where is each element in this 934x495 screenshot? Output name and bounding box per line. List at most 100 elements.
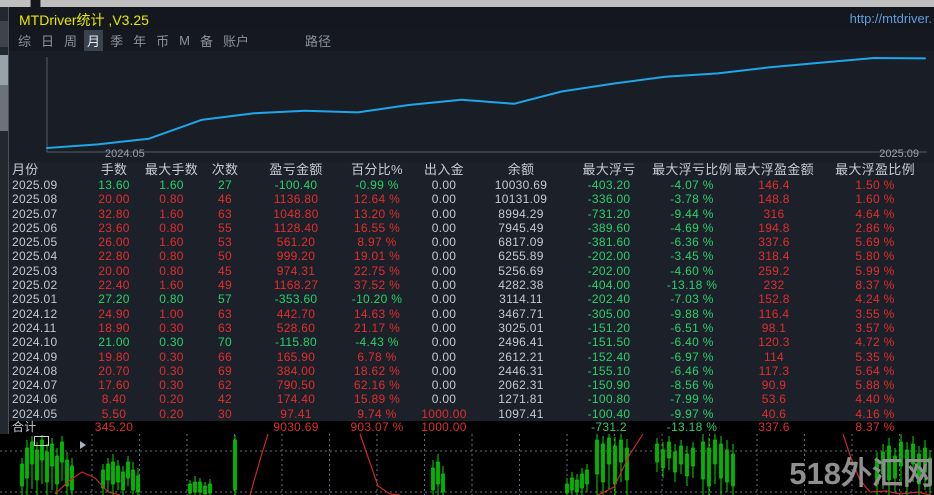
candle-body [45, 451, 49, 483]
table-cell: 18.62 % [353, 363, 401, 378]
table-cell: -381.60 [587, 235, 631, 250]
table-cell: 90.9 [761, 378, 787, 393]
table-cell: 1048.80 [273, 206, 319, 221]
menu-item-9[interactable]: 备 [200, 31, 213, 50]
table-row[interactable]: 2025.01 27.20 0.80 57 -353.60 -10.20 % 0.00 311… [9, 292, 934, 306]
table-cell: 10030.69 [494, 178, 548, 192]
table-cell: 4.24 % [855, 292, 895, 307]
table-cell: -6.97 % [670, 349, 714, 364]
table-header-cell: 次数 [211, 162, 239, 177]
table-cell: 337.6 [758, 420, 790, 434]
table-row[interactable]: 2025.03 20.00 0.80 45 974.31 22.75 % 0.00 5256.… [9, 264, 934, 278]
table-cell: 5.64 % [855, 363, 895, 378]
table-cell: 3114.11 [499, 292, 543, 307]
menu-item-2[interactable]: 日 [41, 31, 54, 50]
left-edge-segment [0, 85, 8, 131]
table-cell: 0.80 [159, 249, 184, 264]
table-cell: 2062.31 [498, 378, 544, 393]
table-cell: 8.37 % [855, 278, 895, 293]
table-cell: 21.17 % [353, 320, 401, 335]
menu-bar: 综日周月季年币 M 备账户 路径 [9, 29, 934, 51]
table-cell: 2025.03 [12, 263, 58, 278]
table-row[interactable]: 2024.09 19.80 0.30 66 165.90 6.78 % 0.00 2612.2… [9, 350, 934, 364]
menu-item-7[interactable]: 币 [156, 31, 169, 50]
table-row[interactable]: 2024.07 17.60 0.30 62 790.50 62.16 % 0.00 2062.… [9, 378, 934, 392]
table-cell: 8994.29 [498, 206, 544, 221]
table-cell: 259.2 [758, 263, 790, 278]
menu-item-6[interactable]: 年 [133, 31, 146, 50]
table-cell: -6.46 % [670, 363, 714, 378]
table-cell: 903.07 % [350, 420, 404, 434]
table-row[interactable]: 2025.09 13.60 1.60 27 -100.40 -0.99 % 0.00 1003… [9, 178, 934, 192]
table-row[interactable]: 2024.06 8.40 0.20 42 174.40 15.89 % 0.00 1271.8… [9, 392, 934, 406]
menu-item-8[interactable]: M [179, 33, 190, 48]
menu-item-10[interactable]: 账户 [223, 31, 249, 50]
table-cell: 20.00 [98, 263, 130, 278]
table-cell: -4.07 % [670, 178, 714, 192]
menu-item-1[interactable]: 综 [18, 31, 31, 50]
menu-item-3[interactable]: 周 [64, 31, 77, 50]
screen: MTDriver统计 ,V3.25 http://mtdriver. 综日周月季… [0, 0, 934, 495]
candle-body [707, 447, 711, 487]
table-row[interactable]: 2024.05 5.50 0.20 30 97.41 9.74 % 1000.00 1097.… [9, 407, 934, 421]
panel-url-link[interactable]: http://mtdriver. [850, 11, 932, 26]
table-cell: 62.16 % [353, 378, 401, 393]
table-row[interactable]: 2024.12 24.90 1.00 63 442.70 14.63 % 0.00 3467.… [9, 307, 934, 321]
candle-body [595, 439, 599, 475]
table-cell: -10.20 % [351, 292, 403, 307]
table-cell: 27.20 [98, 292, 130, 307]
table-cell: -100.80 [587, 392, 631, 407]
table-cell: 0.00 [431, 335, 457, 350]
menu-item-5[interactable]: 季 [110, 31, 123, 50]
table-cell: 6255.89 [498, 249, 544, 264]
table-cell: -4.60 % [670, 263, 714, 278]
table-cell: 1.60 [159, 235, 184, 250]
table-cell: 55 [218, 220, 232, 235]
table-cell: -8.56 % [670, 378, 714, 393]
menu-item-path[interactable]: 路径 [305, 31, 331, 50]
table-cell [475, 421, 567, 434]
table-cell: 3.55 % [855, 306, 895, 321]
table-cell: -7.99 % [670, 392, 714, 407]
menu-item-4[interactable]: 月 [84, 29, 104, 51]
table-cell: 0.00 [431, 392, 457, 407]
table-cell: 0.00 [431, 235, 457, 250]
candle-body [619, 439, 623, 463]
table-cell: 194.8 [758, 220, 790, 235]
candle-body [441, 473, 445, 493]
table-cell: 345.20 [94, 420, 134, 434]
table-row[interactable]: 2025.08 20.00 0.80 46 1136.80 12.64 % 0.00 1013… [9, 192, 934, 206]
table-row[interactable]: 2024.10 21.00 0.30 70 -115.80 -4.43 % 0.00 2496… [9, 335, 934, 349]
table-cell: 63 [218, 306, 232, 321]
table-cell: 0.00 [431, 220, 457, 235]
candle-body [55, 455, 59, 485]
table-cell: 3.57 % [855, 320, 895, 335]
table-row[interactable]: 2025.05 26.00 1.60 53 561.20 8.97 % 0.00 6817.0… [9, 235, 934, 249]
table-cell: 2.86 % [855, 220, 895, 235]
table-cell: -13.18 % [666, 420, 718, 434]
table-cell: 1128.40 [273, 220, 319, 235]
table-row[interactable]: 2025.04 22.80 0.80 50 999.20 19.01 % 0.00 6255.… [9, 249, 934, 263]
table-row[interactable]: 2025.06 23.60 0.80 55 1128.40 16.55 % 0.00 7945… [9, 221, 934, 235]
panel-title-bar: MTDriver统计 ,V3.25 http://mtdriver. [9, 7, 934, 29]
table-cell: 1097.41 [498, 406, 544, 421]
candle-body [719, 443, 723, 479]
table-cell: 21.00 [98, 335, 130, 350]
table-row[interactable]: 2025.07 32.80 1.60 63 1048.80 13.20 % 0.00 8994… [9, 207, 934, 221]
candle-body [570, 477, 574, 491]
table-row[interactable]: 2025.02 22.40 1.60 49 1168.27 37.52 % 0.00 4282… [9, 278, 934, 292]
table-cell: -9.44 % [670, 206, 714, 221]
table-cell: 790.50 [276, 378, 316, 393]
table-cell: -151.50 [587, 335, 631, 350]
table-cell: 0.30 [159, 320, 184, 335]
table-cell: 114 [763, 349, 785, 364]
table-cell: 20.00 [98, 192, 130, 207]
chart-shift-icon[interactable] [34, 436, 49, 446]
table-cell: 1168.27 [273, 278, 319, 293]
table-row[interactable]: 2024.08 20.70 0.30 69 384.00 18.62 % 0.00 2446.… [9, 364, 934, 378]
table-row[interactable]: 2024.11 18.90 0.30 63 528.60 21.17 % 0.00 3025.… [9, 321, 934, 335]
equity-line [46, 57, 926, 149]
table-cell: 63 [218, 206, 232, 221]
stats-table-header: 月份 手数 最大手数 次数 盈亏金额 百分比% 出入金 余额 最大浮亏 最大浮亏比例 最大浮盈金额 最… [9, 162, 934, 178]
candle-body [713, 439, 717, 465]
